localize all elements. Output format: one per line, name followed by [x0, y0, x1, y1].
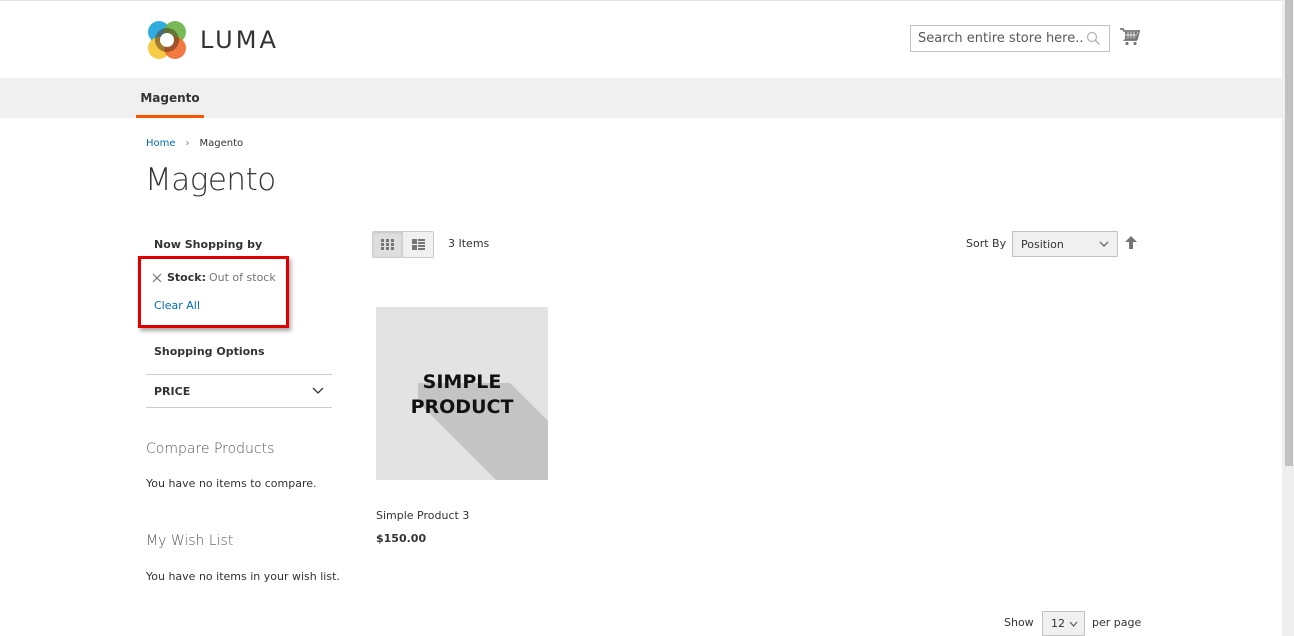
- chevron-down-icon: [312, 387, 324, 394]
- page-header: LUMA: [0, 1, 1282, 78]
- limiter-value: 12: [1051, 617, 1065, 630]
- nav-item-magento[interactable]: Magento: [136, 78, 204, 118]
- luma-logo[interactable]: LUMA: [146, 19, 279, 61]
- grid-icon: [381, 239, 394, 250]
- compare-products-title: Compare Products: [146, 441, 275, 457]
- chevron-right-icon: ›: [185, 138, 190, 149]
- items-count: 3 Items: [448, 237, 490, 250]
- product-image-text-line1: SIMPLE: [423, 371, 502, 393]
- active-filter-label: Stock:: [167, 271, 206, 284]
- now-shopping-by-title: Now Shopping by: [154, 238, 263, 251]
- limiter-label: Show: [1004, 616, 1034, 629]
- product-price: $150.00: [376, 532, 427, 545]
- search-box: [910, 25, 1110, 52]
- compare-products-text: You have no items to compare.: [146, 477, 317, 490]
- scrollbar-thumb[interactable]: [1285, 0, 1293, 466]
- product-name-link[interactable]: Simple Product 3: [376, 509, 469, 522]
- wishlist-text: You have no items in your wish list.: [146, 570, 340, 583]
- search-input[interactable]: [918, 31, 1083, 46]
- logo-text: LUMA: [200, 26, 279, 54]
- breadcrumb: Home › Magento: [146, 138, 243, 149]
- grid-mode-button[interactable]: [373, 232, 403, 257]
- limiter-suffix: per page: [1092, 616, 1142, 629]
- view-mode-switcher: [372, 231, 434, 258]
- arrow-up-icon[interactable]: [1125, 236, 1137, 249]
- breadcrumb-current: Magento: [199, 138, 244, 149]
- search-icon[interactable]: [1086, 31, 1101, 46]
- sort-by-select[interactable]: Position: [1012, 231, 1118, 257]
- shopping-options-title: Shopping Options: [154, 345, 265, 358]
- highlight-annotation-box: [138, 256, 289, 328]
- list-icon: [411, 239, 425, 250]
- breadcrumb-home[interactable]: Home: [146, 138, 176, 149]
- luma-logo-icon: [148, 21, 186, 59]
- sort-by-value: Position: [1021, 237, 1064, 251]
- product-image-text-line2: PRODUCT: [411, 396, 514, 418]
- main-navigation: Magento: [0, 78, 1282, 118]
- chevron-down-icon: [1069, 621, 1078, 627]
- product-image[interactable]: SIMPLE PRODUCT: [376, 307, 548, 480]
- shopping-cart-icon[interactable]: [1120, 28, 1140, 46]
- product-placeholder-image: SIMPLE PRODUCT: [376, 307, 548, 480]
- wishlist-title: My Wish List: [146, 533, 234, 549]
- close-icon[interactable]: [152, 273, 162, 283]
- active-filter-item: Stock: Out of stock: [152, 271, 276, 284]
- list-mode-button[interactable]: [403, 232, 433, 257]
- clear-all-link[interactable]: Clear All: [154, 299, 200, 312]
- limiter-select[interactable]: 12: [1042, 611, 1085, 636]
- filter-price-label: PRICE: [154, 384, 191, 398]
- filter-price-toggle[interactable]: PRICE: [146, 374, 332, 408]
- active-filter-value: Out of stock: [208, 271, 276, 284]
- chevron-down-icon: [1099, 241, 1109, 247]
- sort-by-label: Sort By: [966, 237, 1007, 250]
- page-title: Magento: [145, 162, 276, 198]
